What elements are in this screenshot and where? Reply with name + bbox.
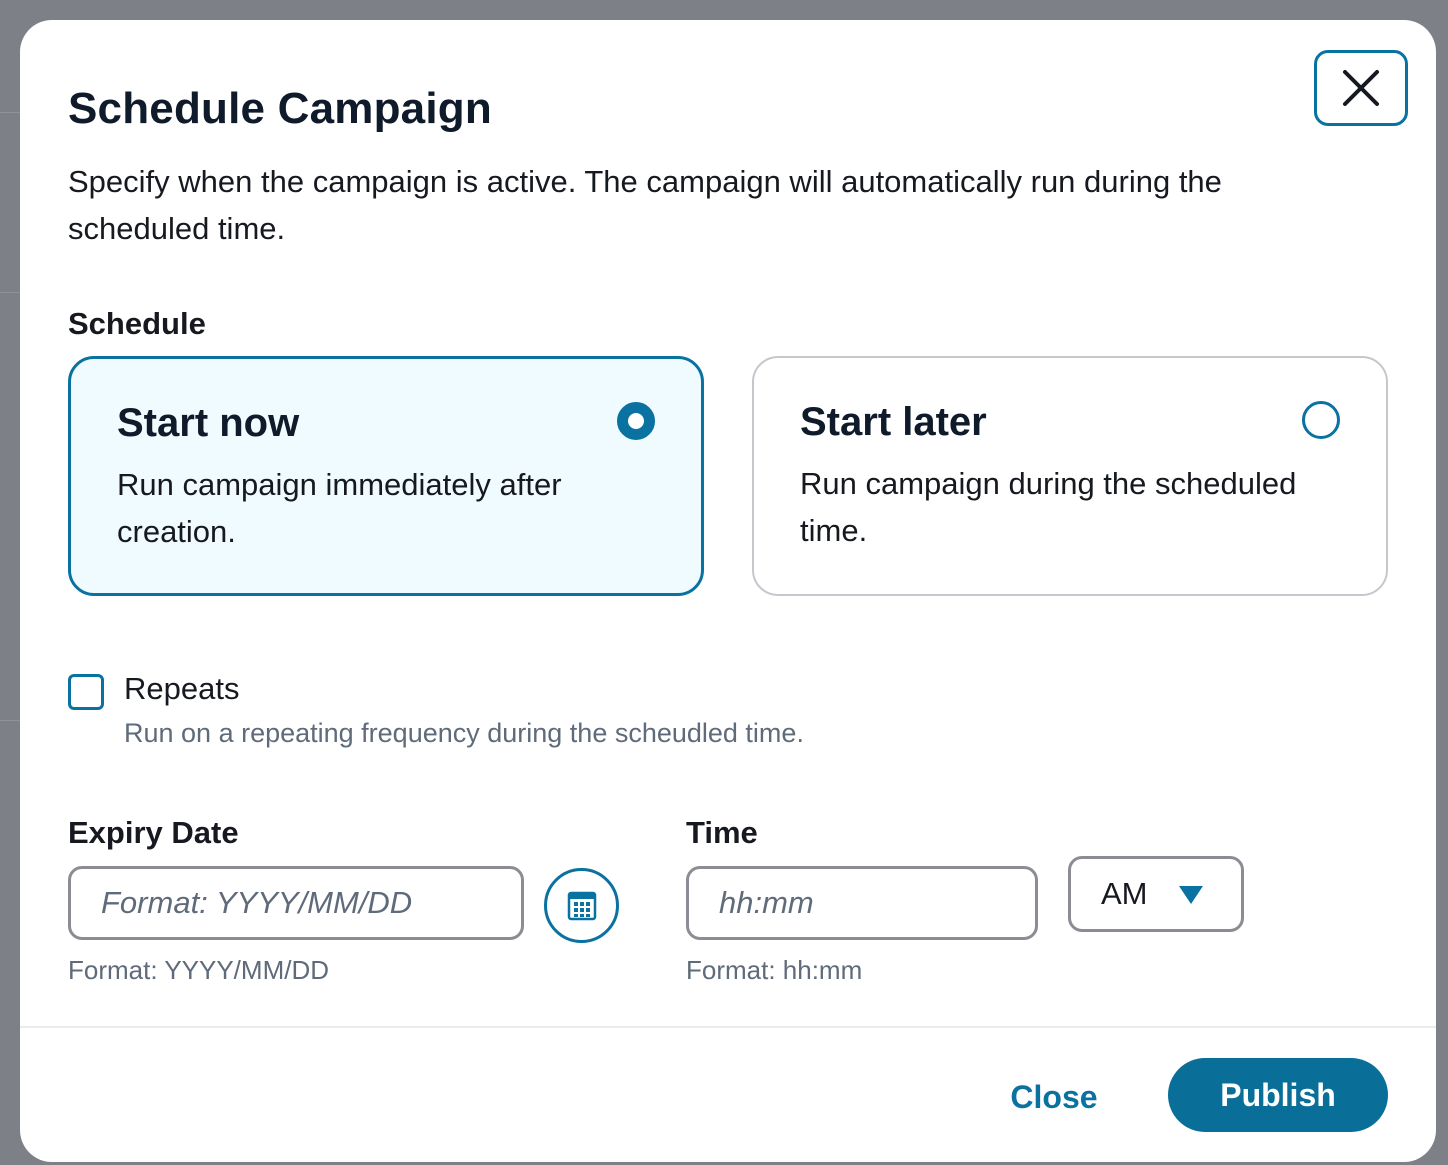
dismiss-button[interactable] bbox=[1314, 50, 1408, 126]
start-now-description: Run campaign immediately after creation. bbox=[117, 467, 562, 549]
caret-down-icon bbox=[1179, 886, 1203, 904]
start-now-title: Start now bbox=[117, 401, 300, 445]
expiry-date-input[interactable] bbox=[68, 866, 524, 940]
schedule-label: Schedule bbox=[68, 306, 206, 341]
start-now-tile[interactable]: Start now Run campaign immediately after… bbox=[68, 356, 704, 596]
repeats-label[interactable]: Repeats bbox=[124, 671, 239, 707]
start-later-tile[interactable]: Start later Run campaign during the sche… bbox=[752, 356, 1388, 596]
close-button[interactable]: Close bbox=[998, 1060, 1110, 1134]
start-now-radio[interactable] bbox=[617, 402, 655, 440]
dialog-description: Specify when the campaign is active. The… bbox=[68, 164, 1222, 246]
background-divider bbox=[0, 292, 22, 293]
expiry-date-label: Expiry Date bbox=[68, 815, 239, 850]
footer-divider bbox=[20, 1026, 1436, 1028]
start-later-radio[interactable] bbox=[1302, 401, 1340, 439]
calendar-icon bbox=[567, 891, 596, 920]
repeats-description: Run on a repeating frequency during the … bbox=[124, 718, 804, 748]
time-label: Time bbox=[686, 815, 758, 850]
background-divider bbox=[0, 720, 22, 721]
open-calendar-button[interactable] bbox=[544, 868, 619, 943]
dialog-title: Schedule Campaign bbox=[68, 84, 492, 133]
time-hint: Format: hh:mm bbox=[686, 955, 863, 985]
am-pm-value: AM bbox=[1101, 876, 1148, 911]
close-icon bbox=[1343, 70, 1379, 106]
repeats-checkbox[interactable] bbox=[68, 674, 104, 710]
start-later-description: Run campaign during the scheduled time. bbox=[800, 466, 1297, 548]
publish-button[interactable]: Publish bbox=[1168, 1058, 1388, 1132]
background-divider bbox=[0, 112, 22, 113]
time-input[interactable] bbox=[686, 866, 1038, 940]
am-pm-select[interactable]: AM bbox=[1068, 856, 1244, 932]
schedule-campaign-dialog: Schedule Campaign Specify when the campa… bbox=[20, 20, 1436, 1162]
start-later-title: Start later bbox=[800, 400, 987, 444]
expiry-date-hint: Format: YYYY/MM/DD bbox=[68, 955, 330, 985]
